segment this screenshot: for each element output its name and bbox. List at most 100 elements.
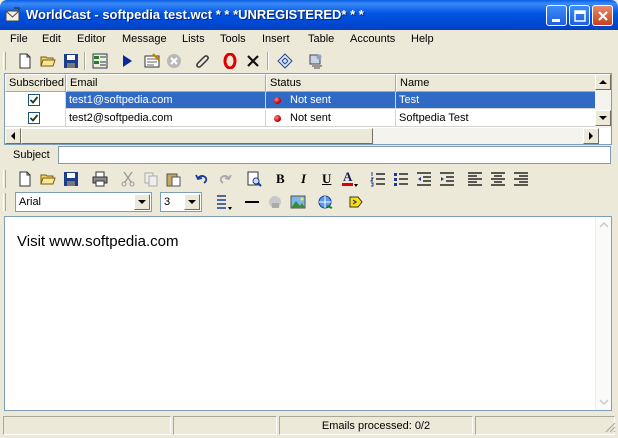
column-header-status[interactable]: Status [266,74,396,92]
align-right-button[interactable] [510,168,532,190]
toolbar-grip[interactable] [3,193,6,211]
font-size-select[interactable]: 3 [160,192,202,212]
editor-open-button[interactable] [37,168,59,190]
copy-button[interactable] [140,168,162,190]
chevron-down-icon [188,200,196,204]
indent-button[interactable] [436,168,458,190]
editor-vertical-scrollbar[interactable] [595,217,611,410]
menu-lists[interactable]: Lists [182,33,205,45]
subscribed-cell[interactable] [5,110,66,127]
align-right-icon [514,172,528,186]
open-button[interactable] [37,50,59,72]
resize-grip-icon[interactable] [604,421,616,433]
stop-button[interactable] [163,50,185,72]
bold-button[interactable]: B [270,168,292,190]
arrow-down-icon[interactable] [599,398,609,406]
delete-button[interactable] [242,50,264,72]
title-bar[interactable]: WorldCast - softpedia test.wct * * *UNRE… [0,0,618,30]
insert-object-button[interactable] [264,191,286,213]
unsubscribe-button[interactable] [219,50,241,72]
new-button[interactable] [14,50,36,72]
font-color-button[interactable]: A [339,168,361,190]
menu-file[interactable]: File [10,33,28,45]
font-size-dropdown-button[interactable] [184,194,200,210]
link-icon [318,195,333,209]
undo-icon [195,174,208,184]
column-header-email[interactable]: Email [66,74,266,92]
html-button[interactable] [274,50,296,72]
checkmark-icon [29,114,39,122]
status-cell[interactable]: Not sent [266,110,396,127]
column-header-name[interactable]: Name [396,74,599,92]
subscribed-checkbox[interactable] [28,94,40,106]
insert-image-button[interactable] [287,191,309,213]
align-left-button[interactable] [464,168,486,190]
status-cell[interactable]: Not sent [266,92,396,109]
bullet-list-button[interactable] [390,168,412,190]
toolbar-grip[interactable] [3,170,6,188]
insert-link-button[interactable] [314,191,336,213]
insert-tag-button[interactable] [345,191,367,213]
numbered-list-button[interactable] [367,168,389,190]
print-button[interactable] [89,168,111,190]
menu-insert[interactable]: Insert [262,33,290,45]
cut-button[interactable] [117,168,139,190]
email-cell[interactable]: test1@softpedia.com [66,92,266,109]
menu-help[interactable]: Help [411,33,434,45]
save-button[interactable] [60,50,82,72]
menu-edit[interactable]: Edit [42,33,61,45]
outdent-button[interactable] [413,168,435,190]
menu-editor[interactable]: Editor [77,33,106,45]
minimize-button[interactable] [546,5,567,26]
scroll-right-button[interactable] [583,128,599,144]
spellcheck-button[interactable] [305,50,327,72]
table-row[interactable]: test1@softpedia.com Not sent Test [5,92,599,109]
editor-new-button[interactable] [14,168,36,190]
close-button[interactable] [592,5,613,26]
arrow-up-icon[interactable] [599,221,609,229]
paragraph-format-button[interactable] [213,191,235,213]
subscribed-cell[interactable] [5,92,66,109]
find-button[interactable] [243,168,265,190]
italic-button[interactable]: I [293,168,315,190]
arrow-right-icon [589,132,593,140]
subscribed-checkbox[interactable] [28,112,40,124]
table-vertical-scrollbar[interactable] [595,74,611,128]
menu-table[interactable]: Table [308,33,334,45]
horizontal-line-button[interactable] [241,191,263,213]
message-body[interactable]: Visit www.softpedia.com [17,233,178,250]
column-header-subscribed[interactable]: Subscribed [5,74,66,92]
font-family-select[interactable]: Arial [15,192,152,212]
send-button[interactable] [116,50,138,72]
font-family-dropdown-button[interactable] [134,194,150,210]
editor-save-button[interactable] [60,168,82,190]
italic-label: I [301,171,307,186]
maximize-button[interactable] [569,5,590,26]
address-book-button[interactable] [89,50,111,72]
subject-input[interactable] [58,146,611,164]
html-icon [277,53,293,69]
underline-button[interactable]: U [316,168,338,190]
scroll-up-button[interactable] [595,74,611,90]
toolbar-grip[interactable] [3,52,6,70]
status-panel [475,416,615,435]
scroll-left-button[interactable] [5,128,21,144]
undo-button[interactable] [191,168,213,190]
name-cell[interactable]: Test [396,92,599,109]
attach-button[interactable] [191,50,213,72]
status-panel [173,416,277,435]
preview-button[interactable] [141,50,163,72]
horizontal-scroll-thumb[interactable] [21,128,373,144]
message-editor[interactable]: Visit www.softpedia.com [4,216,612,411]
menu-message[interactable]: Message [122,33,167,45]
scroll-down-button[interactable] [595,110,611,126]
email-cell[interactable]: test2@softpedia.com [66,110,266,127]
name-cell[interactable]: Softpedia Test [396,110,599,127]
menu-accounts[interactable]: Accounts [350,33,395,45]
table-horizontal-scrollbar[interactable] [5,128,599,144]
redo-button[interactable] [214,168,236,190]
align-center-button[interactable] [487,168,509,190]
menu-tools[interactable]: Tools [220,33,246,45]
table-row[interactable]: test2@softpedia.com Not sent Softpedia T… [5,110,599,127]
paste-button[interactable] [163,168,185,190]
